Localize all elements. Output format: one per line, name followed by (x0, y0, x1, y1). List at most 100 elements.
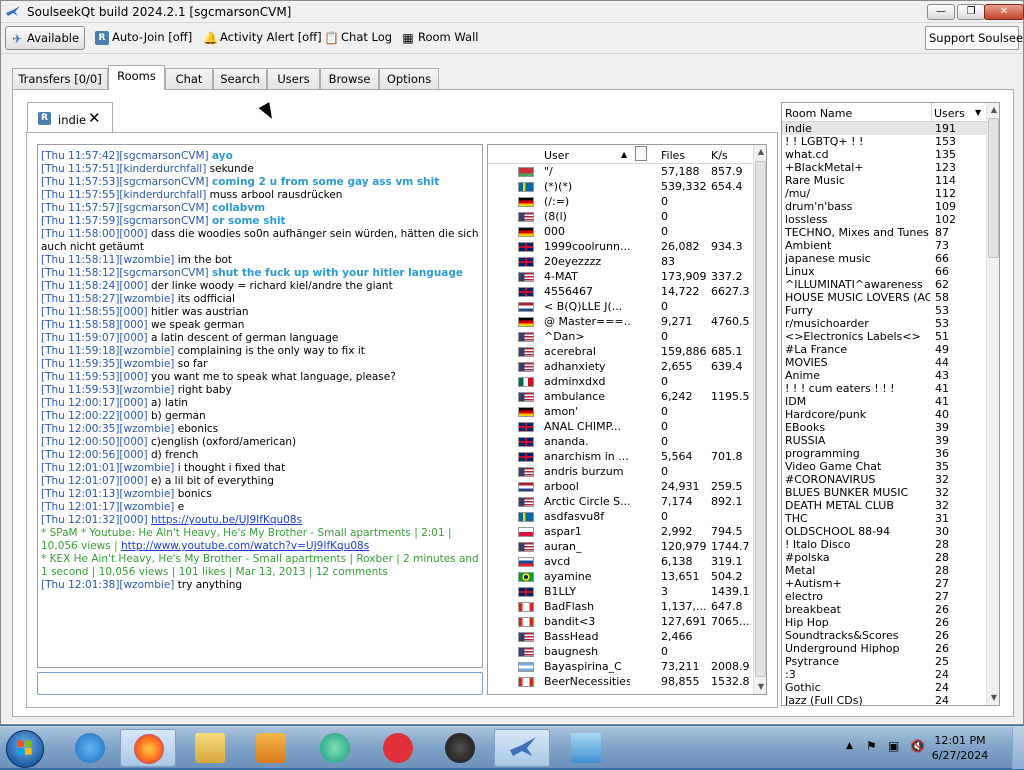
room-row[interactable]: <>Electronics Labels<> 51 (782, 330, 986, 343)
room-row[interactable]: +Autism+ 27 (782, 577, 986, 590)
user-row[interactable]: baugnesh 0 (488, 644, 753, 659)
column-room-name[interactable]: Room Name (785, 107, 852, 120)
room-row[interactable]: programming 36 (782, 447, 986, 460)
room-row[interactable]: #polska 28 (782, 551, 986, 564)
chat-username[interactable]: [000] (119, 436, 147, 448)
youtube-link[interactable]: http://www.youtube.com/watch?v=UJ9IfKqu0… (121, 540, 369, 552)
scroll-thumb[interactable] (755, 161, 766, 677)
tab-rooms[interactable]: Rooms (108, 65, 165, 90)
user-row[interactable]: (/:=) 0 (488, 194, 753, 209)
user-row[interactable]: andris burzum 0 (488, 464, 753, 479)
scroll-thumb[interactable] (988, 118, 999, 258)
room-row[interactable]: breakbeat 26 (782, 603, 986, 616)
user-row[interactable]: 1999coolrunn... 26,082 934.3 (488, 239, 753, 254)
minimize-button[interactable]: — (927, 4, 955, 20)
room-list[interactable]: Room Name Users ▼ indie 191! ! LGBTQ+ ! !… (781, 102, 1000, 706)
chat-username[interactable]: [000] (119, 306, 147, 318)
room-row[interactable]: Metal 28 (782, 564, 986, 577)
chat-username[interactable]: [000] (119, 332, 147, 344)
chat-username[interactable]: [000] (119, 280, 147, 292)
chat-username[interactable]: [000] (119, 410, 147, 422)
chat-username[interactable]: [sgcmarsonCVM] (119, 150, 208, 162)
user-row[interactable]: < B(Q)LLE J(... 0 (488, 299, 753, 314)
chat-username[interactable]: [000] (119, 228, 147, 240)
user-row[interactable]: @ Master===... 9,271 4760.5 (488, 314, 753, 329)
room-row[interactable]: EBooks 39 (782, 421, 986, 434)
chat-username[interactable]: [wzombie] (119, 462, 174, 474)
scroll-up-icon[interactable]: ▲ (754, 145, 766, 159)
chat-username[interactable]: [wzombie] (119, 423, 174, 435)
network-icon[interactable]: ▣ (888, 739, 899, 753)
chat-username[interactable]: [wzombie] (119, 579, 174, 591)
chat-username[interactable]: [wzombie] (119, 345, 174, 357)
taskbar-angry-bird[interactable] (432, 729, 488, 767)
close-room-icon[interactable]: ✕ (88, 109, 101, 127)
user-row[interactable]: anarchism in ... 5,564 701.8 (488, 449, 753, 464)
room-row[interactable]: IDM 41 (782, 395, 986, 408)
room-row[interactable]: RUSSIA 39 (782, 434, 986, 447)
user-row[interactable]: ^Dan> 0 (488, 329, 753, 344)
chat-username[interactable]: [000] (119, 449, 147, 461)
user-row[interactable]: auran_ 120,979 1744.7 (488, 539, 753, 554)
room-row[interactable]: Ambient 73 (782, 239, 986, 252)
column-speed[interactable]: K/s (711, 149, 728, 162)
room-row[interactable]: OLDSCHOOL 88-94 30 (782, 525, 986, 538)
tab-transfers[interactable]: Transfers [0/0] (12, 68, 108, 90)
room-row[interactable]: ^ILLUMINATI^awareness 62 (782, 278, 986, 291)
scroll-up-icon[interactable]: ▲ (987, 103, 999, 117)
user-row[interactable]: ayamine 13,651 504.2 (488, 569, 753, 584)
room-row[interactable]: /mu/112 (782, 187, 986, 200)
user-row[interactable]: avcd 6,138 319.1 (488, 554, 753, 569)
tab-chat[interactable]: Chat (165, 68, 213, 90)
chat-username[interactable]: [000] (119, 397, 147, 409)
scroll-down-icon[interactable]: ▼ (987, 691, 999, 705)
available-button[interactable]: ✈ Available (5, 26, 85, 50)
user-row[interactable]: asdfasvu8f 0 (488, 509, 753, 524)
user-row[interactable]: aspar1 2,992 794.5 (488, 524, 753, 539)
chat-username[interactable]: [kinderdurchfall] (119, 189, 206, 201)
room-row[interactable]: BLUES BUNKER MUSIC 32 (782, 486, 986, 499)
taskbar-ie[interactable] (62, 729, 118, 767)
room-row[interactable]: r/musichoarder 53 (782, 317, 986, 330)
room-row[interactable]: ! ! ! cum eaters ! ! ! 41 (782, 382, 986, 395)
chat-username[interactable]: [000] (119, 475, 147, 487)
room-row[interactable]: Linux 66 (782, 265, 986, 278)
chat-username[interactable]: [wzombie] (119, 488, 174, 500)
chevron-up-icon[interactable]: ▲ (846, 741, 853, 751)
column-user[interactable]: User (544, 149, 569, 162)
column-files[interactable]: Files (661, 149, 685, 162)
room-row[interactable]: MOVIES 44 (782, 356, 986, 369)
start-button[interactable] (6, 730, 44, 768)
taskbar-picture-viewer[interactable] (558, 729, 614, 767)
room-row[interactable]: Hip Hop 26 (782, 616, 986, 629)
tab-users[interactable]: Users (267, 68, 320, 90)
user-row[interactable]: 4556467 14,722 6627.3 (488, 284, 753, 299)
chat-username[interactable]: [kinderdurchfall] (119, 163, 206, 175)
user-row[interactable]: 20eyezzzz 83 (488, 254, 753, 269)
column-users[interactable]: Users (934, 107, 965, 120)
room-row[interactable]: Furry 53 (782, 304, 986, 317)
user-row[interactable]: ananda. 0 (488, 434, 753, 449)
room-row[interactable]: electro 27 (782, 590, 986, 603)
room-row[interactable]: lossless 102 (782, 213, 986, 226)
users-scrollbar[interactable]: ▲ ▼ (753, 145, 766, 694)
room-row[interactable]: Psytrance 25 (782, 655, 986, 668)
taskbar-firefox[interactable] (120, 729, 176, 767)
user-row[interactable]: bandit<3 127,691 7065.... (488, 614, 753, 629)
user-row[interactable]: amon' 0 (488, 404, 753, 419)
activity-alert-button[interactable]: 🔔 Activity Alert [off] (199, 26, 326, 50)
chat-log-button[interactable]: 📋 Chat Log (320, 26, 396, 50)
chat-message[interactable]: https://youtu.be/UJ9IfKqu08s (151, 514, 302, 526)
room-tab-indie[interactable]: R indie ✕ (27, 102, 113, 132)
tab-browse[interactable]: Browse (320, 68, 379, 90)
room-users-list[interactable]: User ▲ Files K/s "/ 57,188 857.9 (*)(*) 539,… (487, 144, 767, 695)
room-row[interactable]: +BlackMetal+ 123 (782, 161, 986, 174)
room-scrollbar[interactable]: ▲ ▼ (986, 103, 999, 705)
chat-username[interactable]: [000] (119, 371, 147, 383)
show-desktop-button[interactable] (1012, 727, 1024, 769)
chat-input[interactable] (37, 672, 483, 695)
room-row[interactable]: Gothic 24 (782, 681, 986, 694)
chat-username[interactable]: [000] (119, 514, 147, 526)
user-row[interactable]: acerebral 159,886 685.1 (488, 344, 753, 359)
tab-options[interactable]: Options (379, 68, 439, 90)
